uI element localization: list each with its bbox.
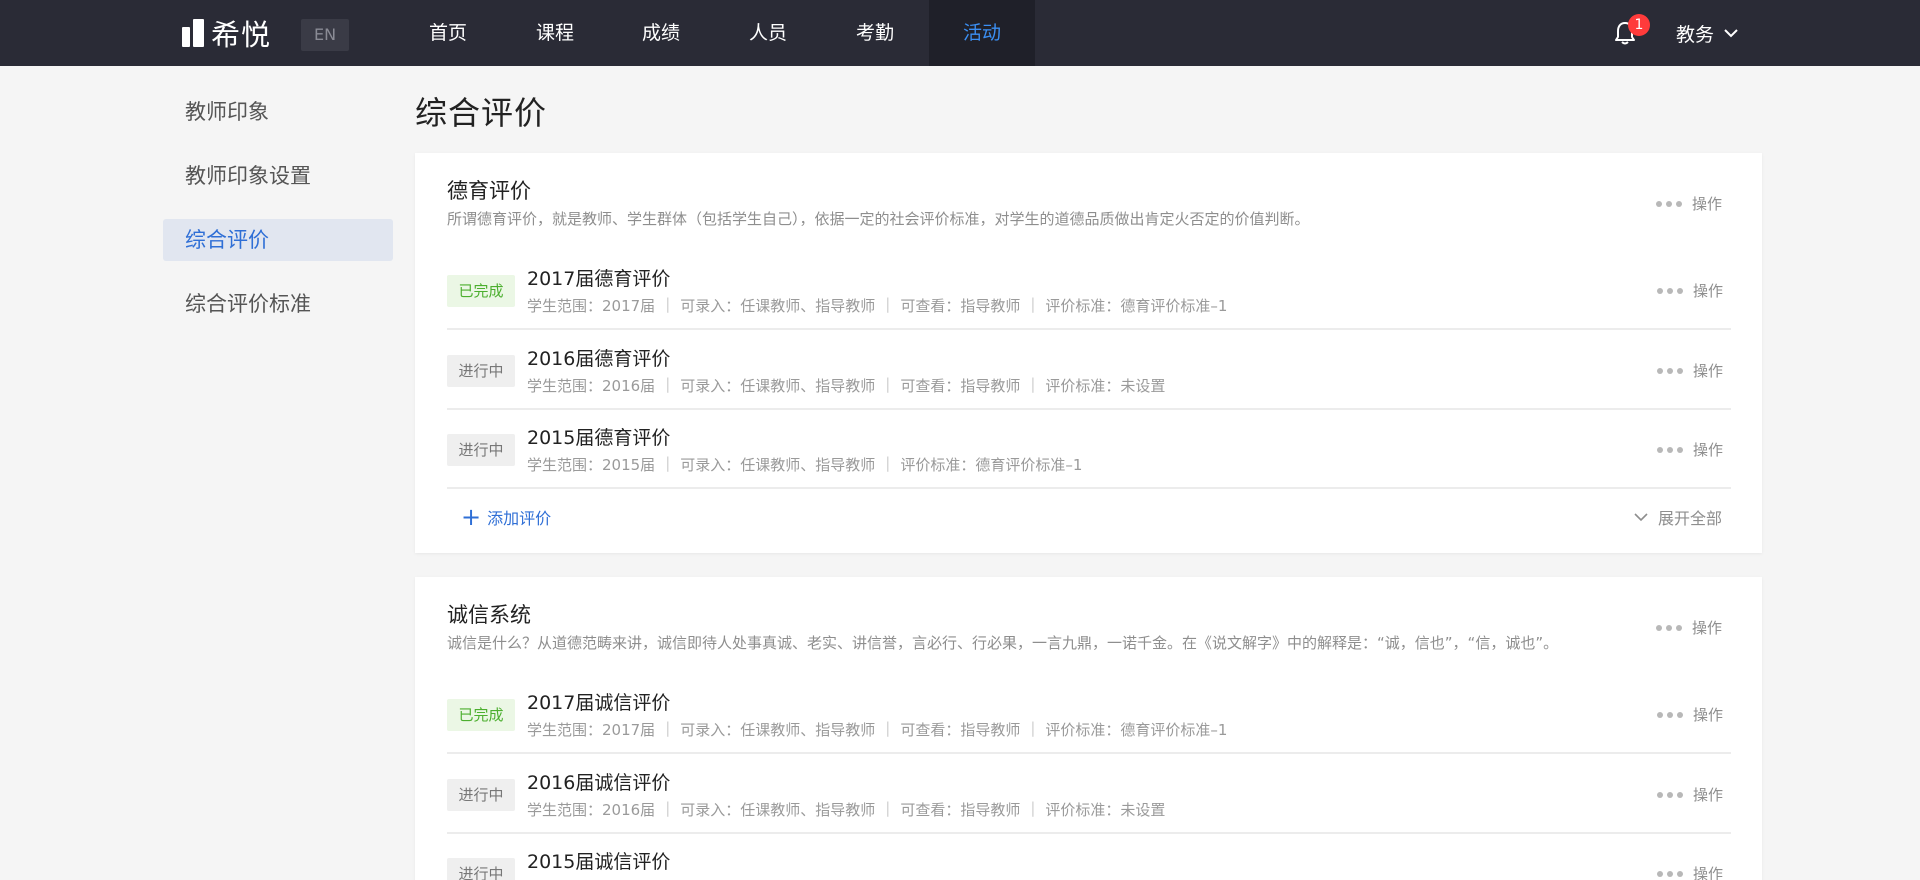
evaluation-card-integrity: 诚信系统 诚信是什么？从道德范畴来讲，诚信即待人处事真诚、老实、讲信誉，言必行、… xyxy=(415,577,1762,880)
status-badge: 进行中 xyxy=(447,355,515,387)
sidebar-item-teacher-impression[interactable]: 教师印象 xyxy=(163,91,393,133)
operation-label: 操作 xyxy=(1692,362,1723,380)
card-title: 德育评价 xyxy=(447,179,531,203)
meta-editors: 可录入：任课教师、指导教师 xyxy=(680,297,876,315)
operation-label: 操作 xyxy=(1691,619,1722,637)
meta-standard: 评价标准：未设置 xyxy=(1045,801,1166,819)
status-badge: 已完成 xyxy=(447,275,515,307)
more-icon xyxy=(1656,791,1683,798)
list-item[interactable]: 进行中 2015届德育评价 学生范围：2015届 | 可录入：任课教师、指导教师 |… xyxy=(447,411,1731,489)
add-evaluation-label: 添加评价 xyxy=(487,509,552,528)
nav-item-people[interactable]: 人员 xyxy=(735,0,801,66)
notification-badge: 1 xyxy=(1628,14,1650,36)
list-item[interactable]: 已完成 2017届德育评价 学生范围：2017届 | 可录入：任课教师、指导教师 |… xyxy=(447,252,1731,330)
meta-standard: 评价标准：德育评价标准–1 xyxy=(900,456,1083,474)
card-title: 诚信系统 xyxy=(447,603,531,627)
chevron-down-icon xyxy=(1634,512,1648,521)
nav-item-grades[interactable]: 成绩 xyxy=(628,0,694,66)
add-evaluation-button[interactable]: + 添加评价 xyxy=(461,505,551,529)
sidebar-item-comprehensive-evaluation[interactable]: 综合评价 xyxy=(163,219,393,261)
operation-label: 操作 xyxy=(1692,865,1723,880)
row-title: 2016届诚信评价 xyxy=(527,772,671,794)
row-title: 2016届德育评价 xyxy=(527,348,671,370)
sidebar-item-teacher-impression-settings[interactable]: 教师印象设置 xyxy=(163,155,393,197)
status-badge: 已完成 xyxy=(447,699,515,731)
list-item[interactable]: 已完成 2017届诚信评价 学生范围：2017届 | 可录入：任课教师、指导教师 |… xyxy=(447,676,1731,754)
meta-standard: 评价标准：德育评价标准–1 xyxy=(1045,721,1228,739)
operation-label: 操作 xyxy=(1692,706,1723,724)
row-operation-button[interactable]: 操作 xyxy=(1656,863,1723,880)
status-badge: 进行中 xyxy=(447,434,515,466)
expand-all-button[interactable]: 展开全部 xyxy=(1634,505,1722,529)
nav-item-courses[interactable]: 课程 xyxy=(522,0,588,66)
meta-viewers: 可查看：指导教师 xyxy=(900,801,1021,819)
meta-standard: 评价标准：德育评价标准–1 xyxy=(1045,297,1228,315)
user-name: 教务 xyxy=(1676,23,1715,46)
card-description: 诚信是什么？从道德范畴来讲，诚信即待人处事真诚、老实、讲信誉，言必行、行必果，一… xyxy=(447,634,1559,652)
plus-icon: + xyxy=(461,503,482,531)
meta-standard: 评价标准：未设置 xyxy=(1045,377,1166,395)
more-icon xyxy=(1655,624,1682,631)
more-icon xyxy=(1656,711,1683,718)
operation-label: 操作 xyxy=(1692,786,1723,804)
meta-editors: 可录入：任课教师、指导教师 xyxy=(680,721,876,739)
operation-label: 操作 xyxy=(1691,195,1722,213)
page-title: 综合评价 xyxy=(415,94,548,132)
meta-viewers: 可查看：指导教师 xyxy=(900,297,1021,315)
row-meta: 学生范围：2015届 | 可录入：任课教师、指导教师 | 评价标准：德育评价标准–1 xyxy=(527,454,1083,474)
top-navbar: 希悦 EN 首页 课程 成绩 人员 考勤 活动 1 教务 xyxy=(0,0,1920,66)
row-operation-button[interactable]: 操作 xyxy=(1656,360,1723,381)
row-title: 2015届诚信评价 xyxy=(527,851,671,873)
meta-editors: 可录入：任课教师、指导教师 xyxy=(680,801,876,819)
meta-viewers: 可查看：指导教师 xyxy=(900,721,1021,739)
list-item[interactable]: 进行中 2016届德育评价 学生范围：2016届 | 可录入：任课教师、指导教师 |… xyxy=(447,332,1731,410)
list-item[interactable]: 进行中 2015届诚信评价 操作 xyxy=(447,835,1731,880)
more-icon xyxy=(1656,287,1683,294)
more-icon xyxy=(1656,870,1683,877)
logo-text: 希悦 xyxy=(211,18,272,52)
row-operation-button[interactable]: 操作 xyxy=(1656,280,1723,301)
nav-item-activities[interactable]: 活动 xyxy=(929,0,1035,66)
row-operation-button[interactable]: 操作 xyxy=(1656,784,1723,805)
logo[interactable]: 希悦 xyxy=(182,16,271,52)
more-icon xyxy=(1655,200,1682,207)
row-operation-button[interactable]: 操作 xyxy=(1656,704,1723,725)
row-meta: 学生范围：2017届 | 可录入：任课教师、指导教师 | 可查看：指导教师 | 评价标… xyxy=(527,295,1228,315)
more-icon xyxy=(1656,446,1683,453)
expand-all-label: 展开全部 xyxy=(1657,509,1722,528)
sidebar-item-evaluation-standards[interactable]: 综合评价标准 xyxy=(163,283,393,325)
operation-label: 操作 xyxy=(1692,282,1723,300)
meta-scope: 学生范围：2017届 xyxy=(527,721,656,739)
row-title: 2015届德育评价 xyxy=(527,427,671,449)
user-menu[interactable]: 教务 xyxy=(1676,18,1738,48)
meta-scope: 学生范围：2015届 xyxy=(527,456,656,474)
meta-editors: 可录入：任课教师、指导教师 xyxy=(680,456,876,474)
nav-item-attendance[interactable]: 考勤 xyxy=(842,0,908,66)
meta-editors: 可录入：任课教师、指导教师 xyxy=(680,377,876,395)
language-toggle[interactable]: EN xyxy=(301,19,349,51)
meta-scope: 学生范围：2017届 xyxy=(527,297,656,315)
operation-label: 操作 xyxy=(1692,441,1723,459)
card-description: 所谓德育评价，就是教师、学生群体（包括学生自己），依据一定的社会评价标准，对学生… xyxy=(447,210,1310,228)
list-item[interactable]: 进行中 2016届诚信评价 学生范围：2016届 | 可录入：任课教师、指导教师 |… xyxy=(447,756,1731,834)
meta-viewers: 可查看：指导教师 xyxy=(900,377,1021,395)
meta-scope: 学生范围：2016届 xyxy=(527,801,656,819)
nav-item-home[interactable]: 首页 xyxy=(415,0,481,66)
card-operation-button[interactable]: 操作 xyxy=(1655,193,1722,214)
row-meta: 学生范围：2016届 | 可录入：任课教师、指导教师 | 可查看：指导教师 | 评价标… xyxy=(527,375,1166,395)
meta-scope: 学生范围：2016届 xyxy=(527,377,656,395)
logo-icon xyxy=(182,19,204,47)
row-meta: 学生范围：2016届 | 可录入：任课教师、指导教师 | 可查看：指导教师 | 评价标… xyxy=(527,799,1166,819)
row-meta: 学生范围：2017届 | 可录入：任课教师、指导教师 | 可查看：指导教师 | 评价标… xyxy=(527,719,1228,739)
row-title: 2017届德育评价 xyxy=(527,268,671,290)
chevron-down-icon xyxy=(1724,28,1738,37)
card-operation-button[interactable]: 操作 xyxy=(1655,617,1722,638)
more-icon xyxy=(1656,367,1683,374)
row-title: 2017届诚信评价 xyxy=(527,692,671,714)
row-operation-button[interactable]: 操作 xyxy=(1656,439,1723,460)
evaluation-card-moral: 德育评价 所谓德育评价，就是教师、学生群体（包括学生自己），依据一定的社会评价标… xyxy=(415,153,1762,553)
status-badge: 进行中 xyxy=(447,858,515,880)
status-badge: 进行中 xyxy=(447,779,515,811)
